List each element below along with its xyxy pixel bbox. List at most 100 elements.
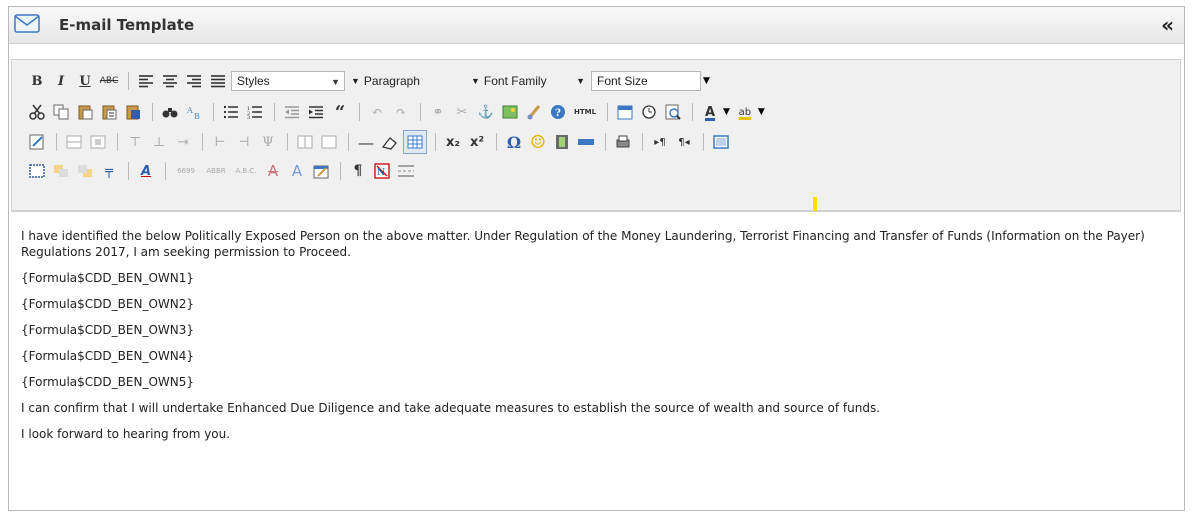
preview-icon[interactable] <box>662 101 684 123</box>
strikethrough-button[interactable]: ABC <box>98 70 120 92</box>
split-cells-icon[interactable] <box>294 131 316 153</box>
help-icon[interactable]: ? <box>547 101 569 123</box>
email-template-panel: E-mail Template « B I U ABC Styles ▼ ▼ Par… <box>8 6 1185 511</box>
blockquote-icon[interactable]: “ <box>329 101 351 123</box>
subscript-button[interactable]: x₂ <box>442 131 464 153</box>
cursor-marker <box>813 197 817 211</box>
insert-layer-icon[interactable] <box>26 160 48 182</box>
emoticon-icon[interactable]: ☺ <box>527 131 549 153</box>
attribs-icon[interactable] <box>310 160 332 182</box>
bullet-list-icon[interactable] <box>220 101 242 123</box>
underline-button[interactable]: U <box>74 70 96 92</box>
insert-row-before-icon[interactable]: ⊤ <box>124 131 146 153</box>
font-size-select[interactable]: Font Size <box>591 71 701 91</box>
separator <box>359 103 360 121</box>
text-color-icon[interactable]: A <box>699 101 721 123</box>
find-icon[interactable] <box>159 101 181 123</box>
highlight-color-icon[interactable]: ab <box>734 101 756 123</box>
align-left-icon[interactable] <box>135 70 157 92</box>
chevron-down-icon[interactable]: ▼ <box>758 107 765 117</box>
copy-icon[interactable] <box>50 101 72 123</box>
media-icon[interactable] <box>551 131 573 153</box>
visual-chars-button[interactable]: ¶ <box>347 160 369 182</box>
remove-format-icon[interactable] <box>379 131 401 153</box>
link-icon[interactable]: ⚭ <box>427 101 449 123</box>
redo-icon[interactable]: ↷ <box>390 101 412 123</box>
italic-button[interactable]: I <box>50 70 72 92</box>
separator <box>605 133 606 151</box>
separator <box>607 103 608 121</box>
html-source-button[interactable]: HTML <box>571 101 599 123</box>
font-size-select-value: Font Size <box>597 74 648 88</box>
separator <box>213 103 214 121</box>
svg-text:A: A <box>186 106 193 115</box>
insert-time-icon[interactable] <box>638 101 660 123</box>
separator <box>348 133 349 151</box>
separator <box>703 133 704 151</box>
merge-cells-icon[interactable] <box>318 131 340 153</box>
move-forward-icon[interactable] <box>50 160 72 182</box>
cleanup-icon[interactable] <box>523 101 545 123</box>
non-breaking-icon[interactable]: N <box>371 160 393 182</box>
panel-title: E-mail Template <box>59 16 195 34</box>
insert-col-after-icon[interactable]: ⊣ <box>233 131 255 153</box>
print-icon[interactable] <box>612 131 634 153</box>
horizontal-rule-icon[interactable]: — <box>355 131 377 153</box>
replace-icon[interactable]: AB <box>183 101 205 123</box>
editor-paragraph: {Formula$CDD_BEN_OWN3} <box>21 323 194 337</box>
paste-text-icon[interactable] <box>98 101 120 123</box>
abbr-button[interactable]: ABBR <box>202 160 230 182</box>
format-select[interactable]: ▼ Paragraph <box>351 71 465 91</box>
toolbar-row-1: B I U ABC Styles ▼ ▼ Paragraph ▼ Font Famil… <box>26 69 710 93</box>
table-row-props-icon[interactable] <box>63 131 85 153</box>
page-break-dashed-icon[interactable] <box>395 160 417 182</box>
svg-text:3: 3 <box>247 115 250 119</box>
undo-icon[interactable]: ↶ <box>366 101 388 123</box>
indent-icon[interactable] <box>305 101 327 123</box>
edit-icon[interactable] <box>26 131 48 153</box>
align-right-icon[interactable] <box>183 70 205 92</box>
table-cell-props-icon[interactable] <box>87 131 109 153</box>
numbered-list-icon[interactable]: 123 <box>244 101 266 123</box>
delete-text-icon[interactable]: A <box>262 160 284 182</box>
editor-paragraph: {Formula$CDD_BEN_OWN2} <box>21 297 194 311</box>
outdent-icon[interactable] <box>281 101 303 123</box>
fullscreen-icon[interactable] <box>710 131 732 153</box>
image-icon[interactable] <box>499 101 521 123</box>
align-center-icon[interactable] <box>159 70 181 92</box>
delete-row-icon[interactable]: ⇥ <box>172 131 194 153</box>
ltr-icon[interactable]: ▸¶ <box>649 131 671 153</box>
special-char-button[interactable]: Ω <box>503 131 525 153</box>
align-justify-icon[interactable] <box>207 70 229 92</box>
move-backward-icon[interactable] <box>74 160 96 182</box>
separator <box>287 133 288 151</box>
unlink-icon[interactable]: ✂ <box>451 101 473 123</box>
chevron-down-icon[interactable]: ▼ <box>723 107 730 117</box>
absolute-position-icon[interactable]: ╤ <box>98 160 120 182</box>
anchor-icon[interactable]: ⚓ <box>475 101 497 123</box>
superscript-button[interactable]: x² <box>466 131 488 153</box>
bold-button[interactable]: B <box>26 70 48 92</box>
acronym-button[interactable]: A.B.C. <box>232 160 260 182</box>
font-family-select[interactable]: ▼ Font Family ▼ <box>471 71 587 91</box>
styleprops-icon[interactable]: A <box>135 160 157 182</box>
rtl-icon[interactable]: ¶◂ <box>673 131 695 153</box>
styles-select[interactable]: Styles ▼ <box>231 71 345 91</box>
insert-text-icon[interactable]: A <box>286 160 308 182</box>
cut-icon[interactable] <box>26 101 48 123</box>
delete-col-icon[interactable]: Ψ <box>257 131 279 153</box>
paste-word-icon[interactable] <box>122 101 144 123</box>
table-icon[interactable] <box>403 130 427 154</box>
paste-icon[interactable] <box>74 101 96 123</box>
editor-body[interactable]: I have identified the below Politically … <box>11 211 1181 512</box>
chevron-down-icon: ▼ <box>331 77 340 87</box>
editor-paragraph: {Formula$CDD_BEN_OWN5} <box>21 375 194 389</box>
insert-date-icon[interactable] <box>614 101 636 123</box>
editor-paragraph: I look forward to hearing from you. <box>21 427 231 441</box>
insert-row-after-icon[interactable]: ⊥ <box>148 131 170 153</box>
collapse-button[interactable]: « <box>1161 13 1174 37</box>
insert-col-before-icon[interactable]: ⊢ <box>209 131 231 153</box>
cite-button[interactable]: 6699 <box>172 160 200 182</box>
page-break-icon[interactable] <box>575 131 597 153</box>
svg-text:N: N <box>377 168 385 178</box>
